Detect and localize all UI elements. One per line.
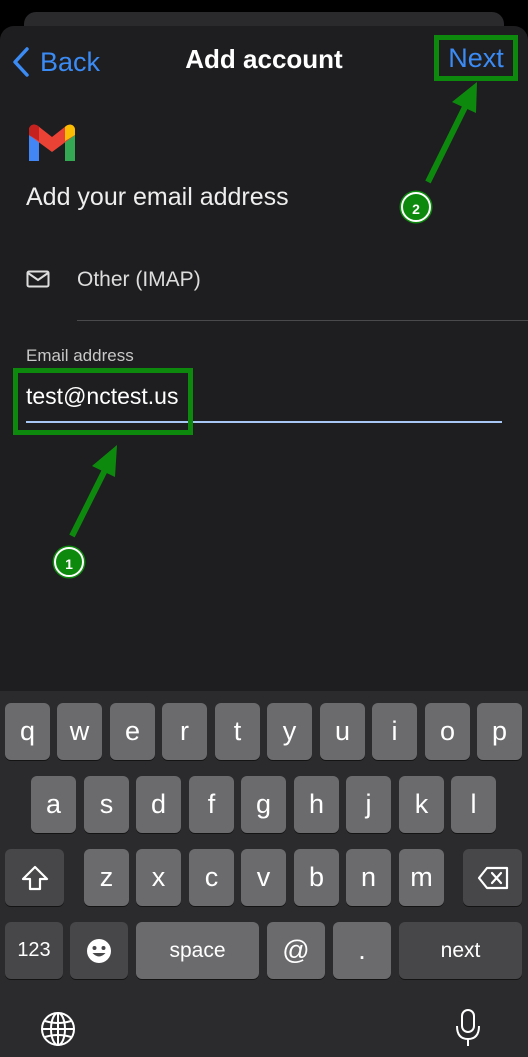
numbers-key[interactable]: 123 — [5, 922, 63, 979]
key-j[interactable]: j — [346, 776, 391, 833]
key-v[interactable]: v — [241, 849, 286, 906]
key-z[interactable]: z — [84, 849, 129, 906]
key-l[interactable]: l — [451, 776, 496, 833]
page-heading: Add your email address — [26, 183, 289, 211]
key-t[interactable]: t — [215, 703, 260, 760]
key-p[interactable]: p — [477, 703, 522, 760]
key-w[interactable]: w — [57, 703, 102, 760]
emoji-icon — [87, 938, 111, 963]
shift-key[interactable] — [5, 849, 64, 906]
keyboard: q w e r t y u i o p a s d f g h j k l z … — [0, 691, 528, 1057]
shift-icon — [21, 865, 48, 890]
key-d[interactable]: d — [136, 776, 181, 833]
key-m[interactable]: m — [399, 849, 444, 906]
provider-label: Other (IMAP) — [77, 268, 201, 291]
key-f[interactable]: f — [189, 776, 234, 833]
key-s[interactable]: s — [84, 776, 129, 833]
key-h[interactable]: h — [294, 776, 339, 833]
divider — [77, 320, 528, 321]
key-n[interactable]: n — [346, 849, 391, 906]
return-key[interactable]: next — [399, 922, 522, 979]
next-button[interactable]: Next — [434, 35, 518, 81]
dot-key[interactable]: . — [333, 922, 391, 979]
email-input[interactable] — [26, 378, 500, 414]
key-k[interactable]: k — [399, 776, 444, 833]
navigation-bar: Back Add account Next — [0, 26, 528, 96]
key-b[interactable]: b — [294, 849, 339, 906]
key-a[interactable]: a — [31, 776, 76, 833]
key-x[interactable]: x — [136, 849, 181, 906]
gmail-logo — [29, 124, 75, 161]
backspace-icon — [477, 866, 508, 889]
key-q[interactable]: q — [5, 703, 50, 760]
annotation-step-2: 2 — [401, 192, 431, 222]
backspace-key[interactable] — [463, 849, 522, 906]
microphone-icon[interactable] — [454, 1008, 482, 1048]
globe-icon[interactable] — [40, 1011, 76, 1047]
email-field-underline — [26, 421, 502, 423]
key-o[interactable]: o — [425, 703, 470, 760]
at-key[interactable]: @ — [267, 922, 325, 979]
space-key[interactable]: space — [136, 922, 259, 979]
mail-icon — [26, 270, 50, 288]
key-g[interactable]: g — [241, 776, 286, 833]
annotation-step-1: 1 — [54, 547, 84, 577]
key-e[interactable]: e — [110, 703, 155, 760]
key-y[interactable]: y — [267, 703, 312, 760]
key-u[interactable]: u — [320, 703, 365, 760]
provider-selector[interactable]: Other (IMAP) — [0, 258, 528, 304]
key-c[interactable]: c — [189, 849, 234, 906]
key-r[interactable]: r — [162, 703, 207, 760]
emoji-key[interactable] — [70, 922, 128, 979]
key-i[interactable]: i — [372, 703, 417, 760]
email-field-label: Email address — [26, 346, 134, 365]
